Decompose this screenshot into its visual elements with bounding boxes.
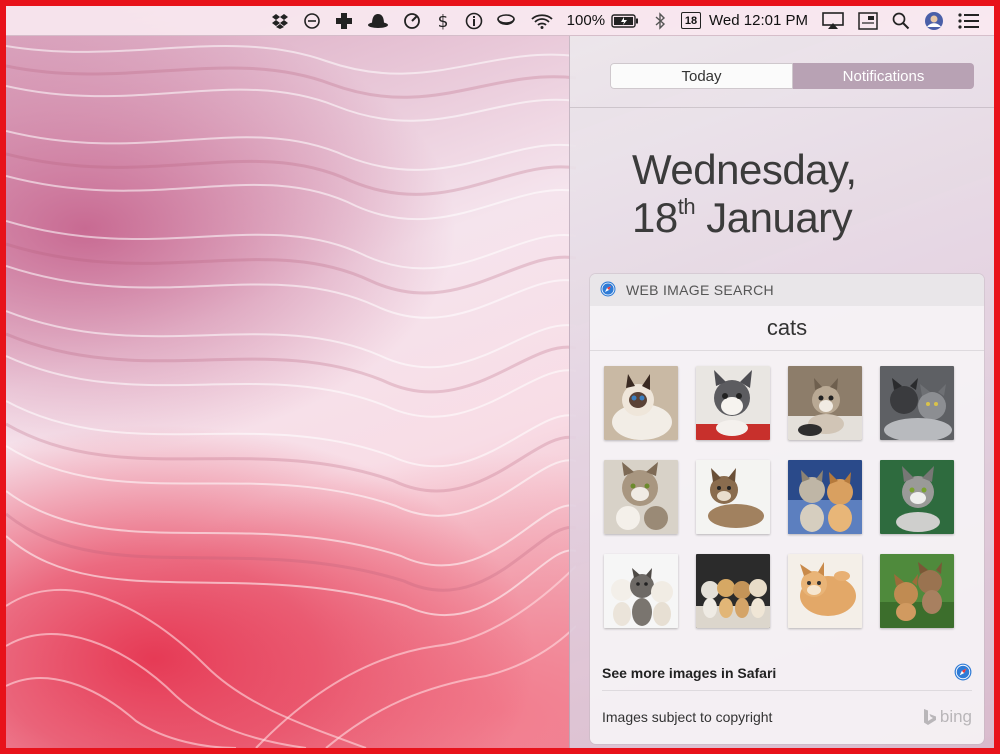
copyright-notice: Images subject to copyright [602,709,773,725]
tab-today[interactable]: Today [610,63,793,89]
date-month: January [706,194,853,241]
widget-title: WEB IMAGE SEARCH [626,282,774,298]
bing-label: bing [939,707,972,726]
date-weekday: Wednesday, [632,146,857,193]
bing-logo[interactable]: bing [923,707,972,727]
image-result[interactable] [604,460,678,534]
image-result[interactable] [696,554,770,628]
cup-icon[interactable] [496,6,517,36]
calendar-icon[interactable]: 18 [681,6,702,36]
hat-icon[interactable] [367,6,389,36]
see-more-label: See more images in Safari [602,665,777,681]
date-suffix: th [677,194,696,219]
screen-icon[interactable] [858,6,878,36]
wifi-icon[interactable] [531,6,553,36]
medical-cross-icon[interactable] [335,6,353,36]
bluetooth-icon[interactable] [653,6,667,36]
battery-percent: 100% [566,12,606,29]
search-query[interactable]: cats [590,306,984,351]
wallpaper-waves [6,45,576,748]
airplay-icon[interactable] [822,6,844,36]
svg-text:$: $ [437,12,448,30]
safari-compass-icon [954,663,972,684]
date-day-month: 18th January [632,194,857,242]
do-not-disturb-icon[interactable] [303,6,321,36]
notification-center-panel: Today Notifications Wednesday, 18th Janu… [569,36,994,748]
date-heading: Wednesday, 18th January [632,146,857,242]
spotlight-search-icon[interactable] [892,6,910,36]
speedometer-icon[interactable] [403,6,421,36]
desktop: $ 100% 18 Wed 12:01 PM Today Notificatio… [6,6,994,748]
panel-divider [570,107,994,108]
image-result[interactable] [880,460,954,534]
menu-bar: $ 100% 18 Wed 12:01 PM [6,6,994,36]
image-result[interactable] [788,366,862,440]
info-icon[interactable] [465,6,483,36]
web-image-search-widget: WEB IMAGE SEARCH cats See more images in… [590,274,984,744]
image-result[interactable] [604,366,678,440]
copyright-row: Images subject to copyright bing [602,702,972,732]
tab-notifications[interactable]: Notifications [793,63,974,89]
image-result[interactable] [880,554,954,628]
see-more-in-safari-link[interactable]: See more images in Safari [602,656,972,691]
image-result[interactable] [696,460,770,534]
user-avatar-icon[interactable] [924,6,944,36]
widget-header: WEB IMAGE SEARCH [590,274,984,306]
calendar-date-badge: 18 [681,12,702,29]
menu-clock[interactable]: Wed 12:01 PM [709,6,808,36]
image-result[interactable] [604,554,678,628]
image-result[interactable] [880,366,954,440]
bing-icon [923,709,936,725]
dollar-icon[interactable]: $ [435,6,451,36]
safari-compass-icon [600,281,616,300]
image-results-grid [604,366,974,628]
battery-icon[interactable] [611,6,639,36]
today-notifications-segmented-control: Today Notifications [610,63,974,89]
dropbox-icon[interactable] [271,6,289,36]
date-day: 18 [632,194,678,241]
image-result[interactable] [696,366,770,440]
notification-center-icon[interactable] [958,6,980,36]
image-result[interactable] [788,554,862,628]
image-result[interactable] [788,460,862,534]
